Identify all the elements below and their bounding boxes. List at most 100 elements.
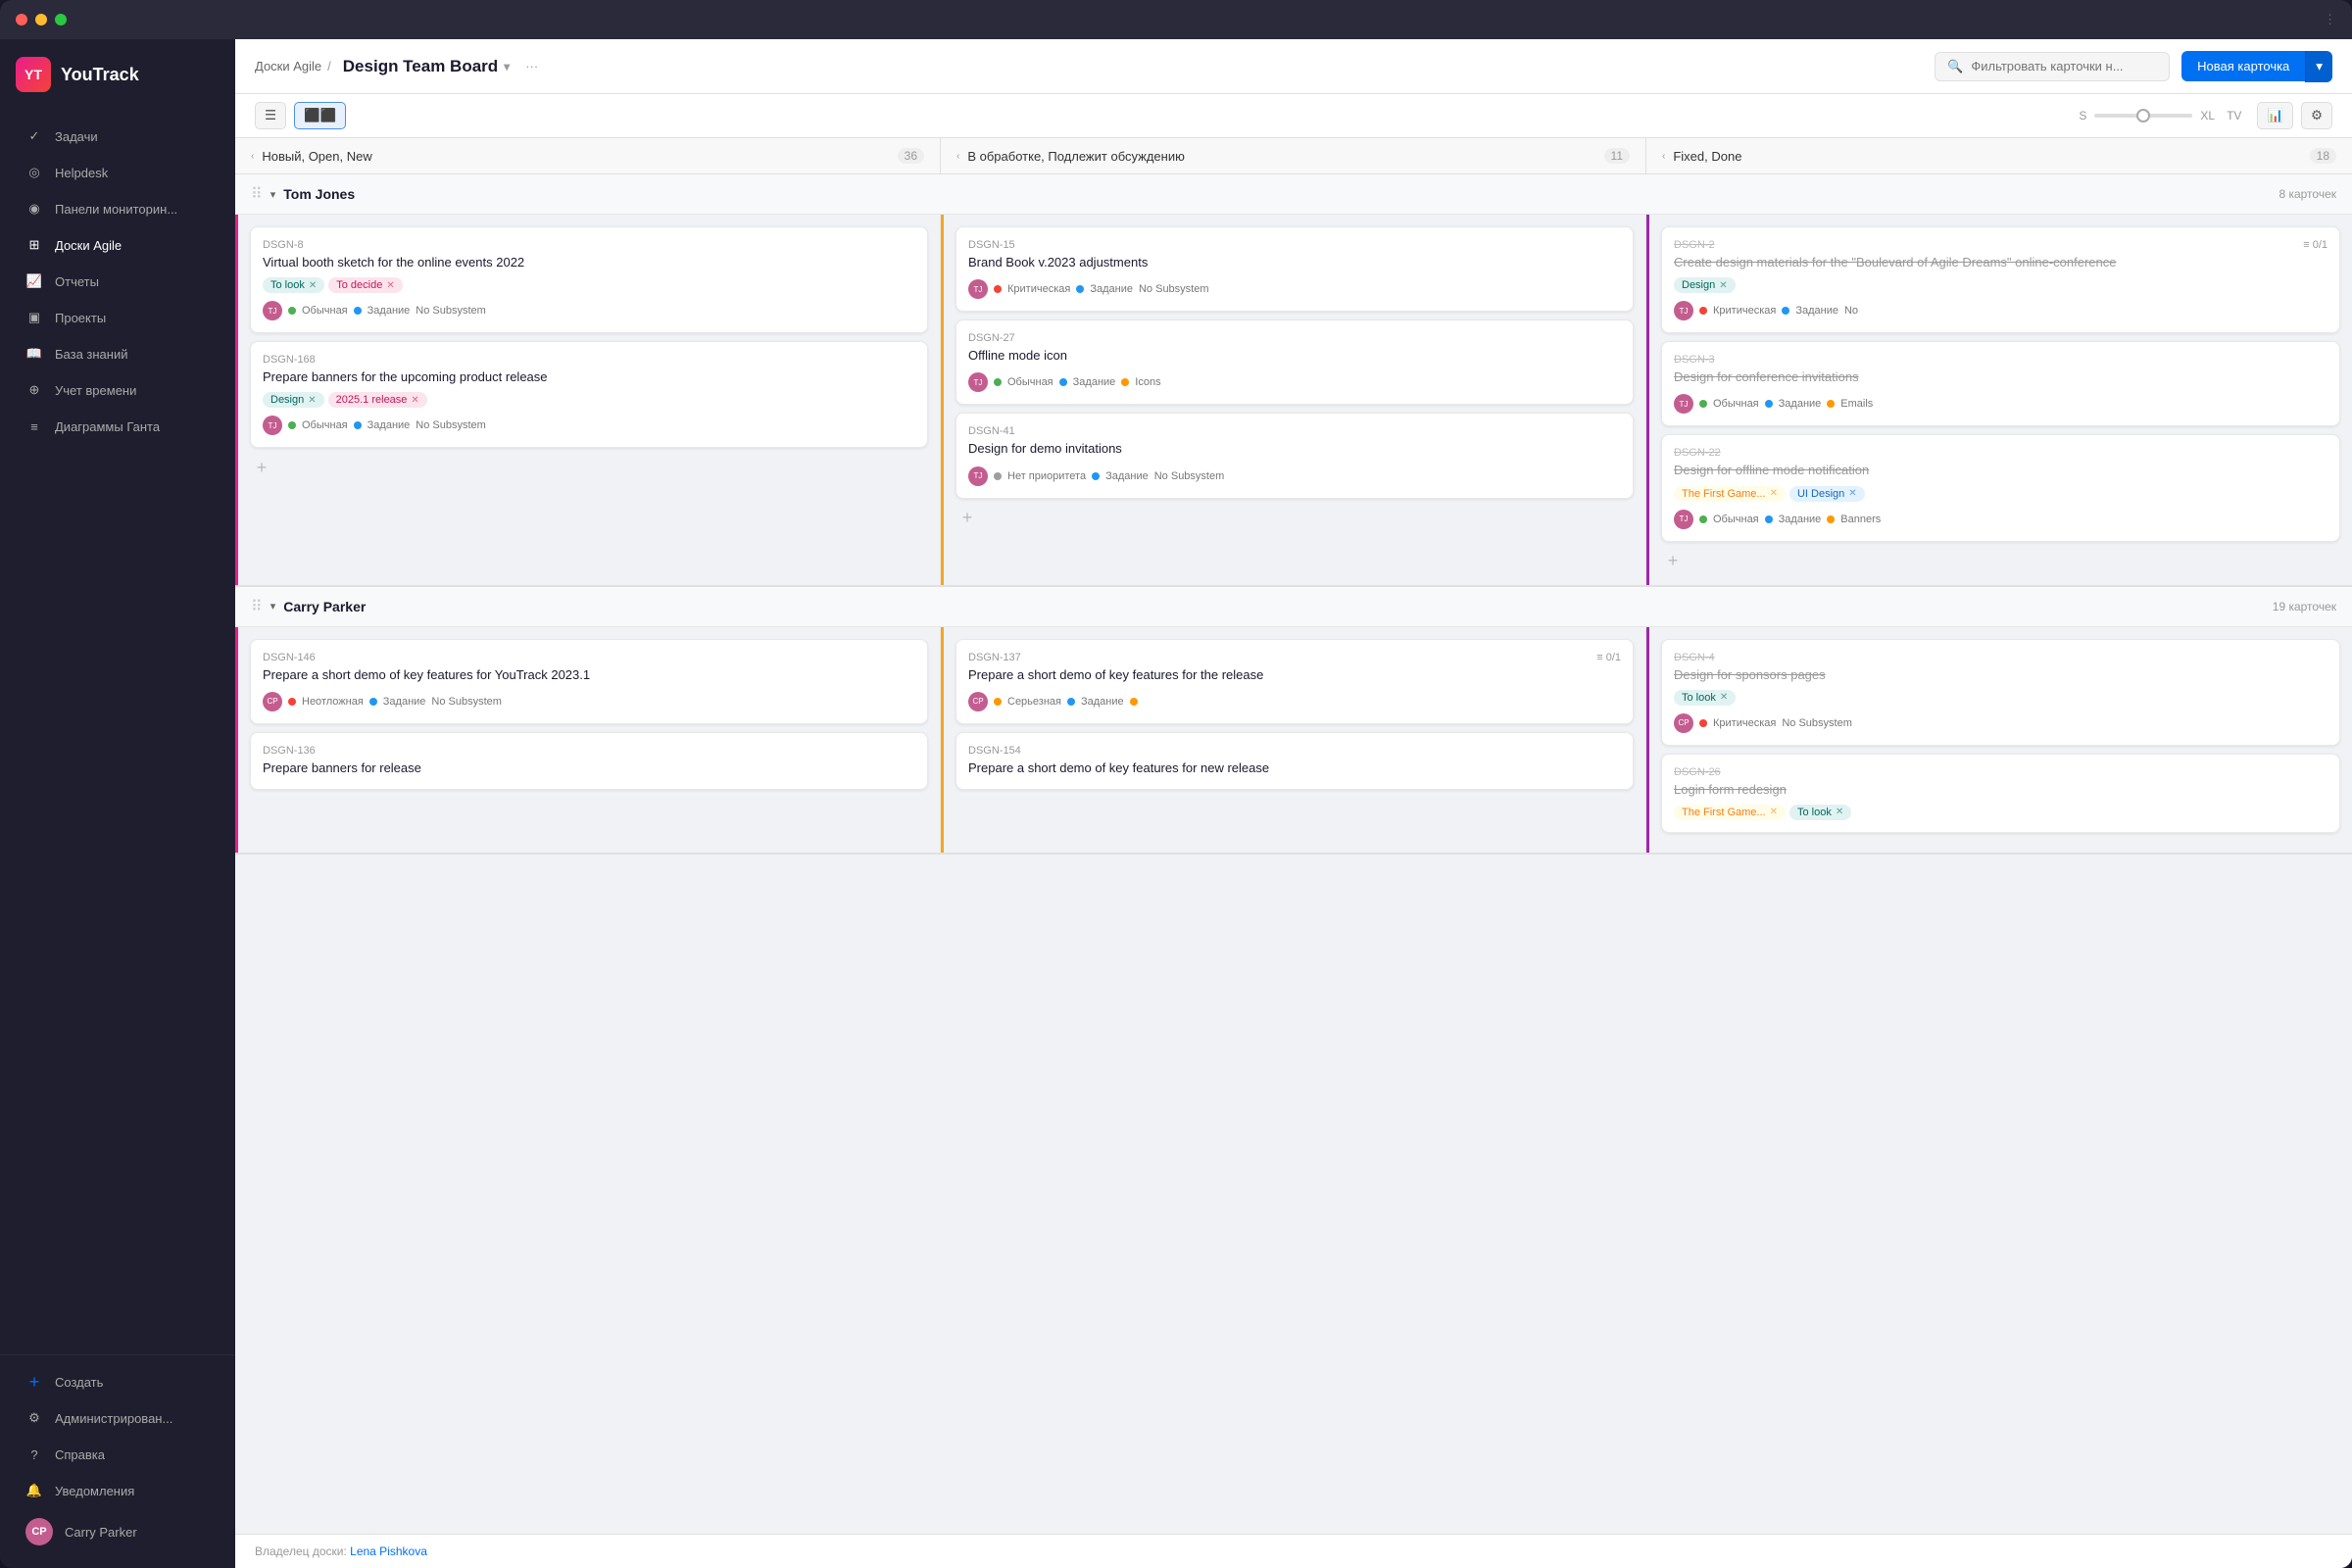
- card-tag[interactable]: Design ✕: [1674, 277, 1736, 293]
- swimlane-chevron-icon[interactable]: ▾: [270, 188, 276, 201]
- type-label: Задание: [1081, 696, 1124, 708]
- card-id: DSGN-26: [1674, 766, 2328, 778]
- sidebar-item-admin[interactable]: ⚙ Администрирован...: [8, 1400, 227, 1436]
- card-tag[interactable]: To look ✕: [1789, 805, 1851, 820]
- clock-icon: ⊕: [25, 381, 43, 399]
- card-title: Prepare a short demo of key features for…: [968, 760, 1621, 777]
- column-header-inprogress: ‹ В обработке, Подлежит обсуждению 11: [941, 138, 1646, 173]
- card-dsgn-27[interactable]: DSGN-27 Offline mode icon TJ Обычная Зад…: [956, 319, 1634, 405]
- card-meta: TJ Обычная Задание Icons: [968, 372, 1621, 392]
- type-dot: [1092, 472, 1100, 480]
- new-card-button[interactable]: Новая карточка: [2181, 51, 2305, 81]
- check-icon: ✓: [25, 127, 43, 145]
- footer-owner-link[interactable]: Lena Pishkova: [350, 1544, 427, 1558]
- logo-icon: YT: [16, 57, 51, 92]
- search-input[interactable]: [1971, 59, 2157, 74]
- card-tag[interactable]: To look ✕: [263, 277, 324, 293]
- avatar: CP: [25, 1518, 53, 1545]
- topbar-more-icon[interactable]: ···: [525, 59, 538, 74]
- card-tag[interactable]: To decide ✕: [328, 277, 402, 293]
- card-title: Login form redesign: [1674, 781, 2328, 799]
- card-dsgn-168[interactable]: DSGN-168 Prepare banners for the upcomin…: [250, 341, 928, 448]
- card-dsgn-4[interactable]: DSGN-4 Design for sponsors pages To look…: [1661, 639, 2340, 746]
- sidebar-item-help[interactable]: ? Справка: [8, 1437, 227, 1472]
- drag-handle-icon[interactable]: ⠿: [251, 597, 263, 616]
- swimlane-col-inprogress: DSGN-15 Brand Book v.2023 adjustments TJ…: [941, 215, 1646, 585]
- card-dsgn-26[interactable]: DSGN-26 Login form redesign The First Ga…: [1661, 754, 2340, 833]
- sidebar-item-timetrack[interactable]: ⊕ Учет времени: [8, 372, 227, 408]
- settings-button[interactable]: ⚙: [2301, 102, 2332, 129]
- sidebar-item-user[interactable]: CP Carry Parker: [8, 1509, 227, 1554]
- card-tag[interactable]: 2025.1 release ✕: [328, 392, 427, 408]
- card-dsgn-154[interactable]: DSGN-154 Prepare a short demo of key fea…: [956, 732, 1634, 790]
- card-title: Offline mode icon: [968, 347, 1621, 365]
- col-count: 11: [1604, 148, 1630, 164]
- card-tag[interactable]: UI Design ✕: [1789, 486, 1865, 502]
- card-id: DSGN-27: [968, 332, 1621, 344]
- chart-view-button[interactable]: 📊: [2257, 102, 2293, 129]
- subsystem-label: No: [1844, 305, 1858, 317]
- slider-thumb: [2136, 109, 2150, 122]
- card-dsgn-22[interactable]: DSGN-22 Design for offline mode notifica…: [1661, 434, 2340, 541]
- avatar: TJ: [968, 466, 988, 486]
- board-view-button[interactable]: ⬛⬛: [294, 102, 346, 129]
- sidebar-item-knowledge[interactable]: 📖 База знаний: [8, 336, 227, 371]
- gantt-icon: ≡: [25, 417, 43, 435]
- sidebar-item-tasks[interactable]: ✓ Задачи: [8, 119, 227, 154]
- help-label: Справка: [55, 1447, 105, 1462]
- sidebar-item-agile[interactable]: ⊞ Доски Agile: [8, 227, 227, 263]
- card-title: Design for sponsors pages: [1674, 666, 2328, 684]
- breadcrumb-agile-link[interactable]: Доски Agile: [255, 59, 321, 74]
- minimize-button-dot[interactable]: [35, 14, 47, 25]
- add-card-button[interactable]: +: [250, 456, 273, 479]
- type-dot: [354, 421, 362, 429]
- close-button-dot[interactable]: [16, 14, 27, 25]
- sidebar-item-monitors[interactable]: ◉ Панели мониторин...: [8, 191, 227, 226]
- new-card-arrow-button[interactable]: ▾: [2305, 51, 2332, 82]
- swimlane-chevron-icon[interactable]: ▾: [270, 600, 276, 612]
- card-dsgn-137[interactable]: DSGN-137 ≡ 0/1 Prepare a short demo of k…: [956, 639, 1634, 724]
- priority-dot: [1699, 400, 1707, 408]
- card-tag[interactable]: Design ✕: [263, 392, 324, 408]
- avatar: CP: [1674, 713, 1693, 733]
- card-dsgn-41[interactable]: DSGN-41 Design for demo invitations TJ Н…: [956, 413, 1634, 498]
- sidebar-item-reports[interactable]: 📈 Отчеты: [8, 264, 227, 299]
- card-dsgn-146[interactable]: DSGN-146 Prepare a short demo of key fea…: [250, 639, 928, 724]
- sidebar-item-projects[interactable]: ▣ Проекты: [8, 300, 227, 335]
- card-tag[interactable]: The First Game... ✕: [1674, 805, 1786, 820]
- priority-dot: [288, 307, 296, 315]
- card-dsgn-8[interactable]: DSGN-8 Virtual booth sketch for the onli…: [250, 226, 928, 333]
- sidebar-item-create[interactable]: + Создать: [8, 1364, 227, 1399]
- list-view-button[interactable]: ☰: [255, 102, 286, 129]
- columns-header: ‹ Новый, Open, New 36 ‹ В обработке, Под…: [235, 138, 2352, 174]
- add-card-button[interactable]: +: [1661, 550, 1685, 573]
- card-tag[interactable]: To look ✕: [1674, 690, 1736, 706]
- collapse-button[interactable]: « Свернуть: [8, 1555, 227, 1568]
- card-meta: TJ Обычная Задание No Subsystem: [263, 416, 915, 435]
- size-xl-label: XL: [2200, 109, 2215, 122]
- sidebar-item-helpdesk[interactable]: ◎ Helpdesk: [8, 155, 227, 190]
- card-dsgn-15[interactable]: DSGN-15 Brand Book v.2023 adjustments TJ…: [956, 226, 1634, 312]
- search-box[interactable]: 🔍: [1935, 52, 2170, 81]
- maximize-button-dot[interactable]: [55, 14, 67, 25]
- drag-handle-icon[interactable]: ⠿: [251, 184, 263, 204]
- subsystem-label: No Subsystem: [1154, 470, 1225, 482]
- card-dsgn-136[interactable]: DSGN-136 Prepare banners for release: [250, 732, 928, 790]
- grid-icon: ⊞: [25, 236, 43, 254]
- card-dsgn-3[interactable]: DSGN-3 Design for conference invitations…: [1661, 341, 2340, 426]
- toolbar: ☰ ⬛⬛ S XL TV 📊 ⚙: [235, 94, 2352, 138]
- card-tag[interactable]: The First Game... ✕: [1674, 486, 1786, 502]
- sidebar-item-notifications[interactable]: 🔔 Уведомления: [8, 1473, 227, 1508]
- card-dsgn-2[interactable]: DSGN-2 ≡ 0/1 Create design materials for…: [1661, 226, 2340, 333]
- type-dot: [1765, 400, 1773, 408]
- sidebar-item-gantt[interactable]: ≡ Диаграммы Ганта: [8, 409, 227, 444]
- card-title: Design for offline mode notification: [1674, 462, 2328, 479]
- window-menu-icon[interactable]: ⋮: [2324, 12, 2336, 27]
- size-slider[interactable]: [2094, 114, 2192, 118]
- bell-icon: 🔔: [25, 1482, 43, 1499]
- headset-icon: ◎: [25, 164, 43, 181]
- add-card-button[interactable]: +: [956, 507, 979, 530]
- board-title-button[interactable]: Design Team Board ▾: [343, 57, 510, 76]
- card-meta: TJ Нет приоритета Задание No Subsystem: [968, 466, 1621, 486]
- priority-dot: [994, 698, 1002, 706]
